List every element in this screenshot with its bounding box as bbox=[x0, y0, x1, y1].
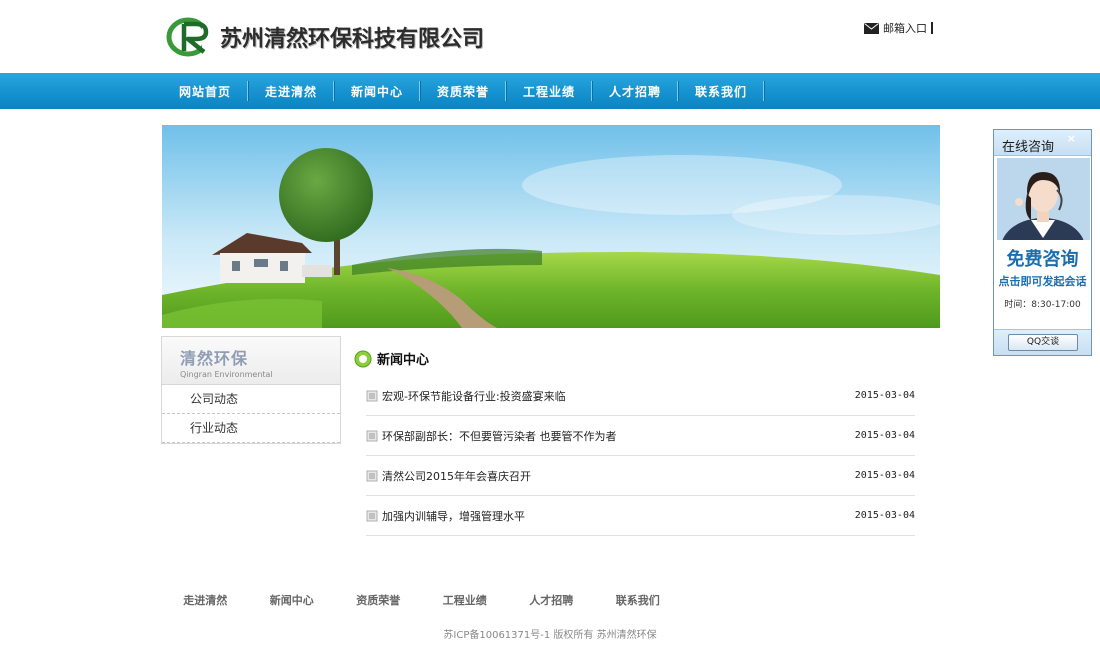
mail-separator bbox=[931, 22, 933, 34]
nav-item-about[interactable]: 走进清然 bbox=[248, 73, 334, 109]
nav-item-projects[interactable]: 工程业绩 bbox=[506, 73, 592, 109]
free-consult-text[interactable]: 免费咨询 bbox=[994, 245, 1091, 271]
sidebar-header: 清然环保 Qingran Environmental bbox=[162, 337, 340, 385]
news-item-date: 2015-03-04 bbox=[854, 510, 915, 521]
sidebar-title: 清然环保 bbox=[180, 349, 249, 368]
document-icon bbox=[366, 510, 378, 521]
page-title: 新闻中心 bbox=[377, 353, 430, 368]
consult-title: 在线咨询 bbox=[1002, 140, 1055, 155]
nav-item-careers[interactable]: 人才招聘 bbox=[592, 73, 678, 109]
site-logo[interactable]: 苏州清然环保科技有限公司 bbox=[166, 14, 486, 60]
news-item[interactable]: 环保部副部长：不但要管污染者 也要管不作为者 2015-03-04 bbox=[366, 416, 915, 456]
company-name: 苏州清然环保科技有限公司 bbox=[220, 27, 485, 52]
nav-item-honors[interactable]: 资质荣誉 bbox=[420, 73, 506, 109]
document-icon bbox=[366, 390, 378, 401]
footer-link-honors[interactable]: 资质荣誉 bbox=[335, 592, 422, 608]
document-icon bbox=[366, 470, 378, 481]
footer-nav: 走进清然 新闻中心 资质荣誉 工程业绩 人才招聘 联系我们 bbox=[162, 592, 681, 608]
close-icon[interactable]: × bbox=[1067, 132, 1076, 145]
news-item[interactable]: 宏观-环保节能设备行业:投资盛宴来临 2015-03-04 bbox=[366, 376, 915, 416]
start-chat-text[interactable]: 点击即可发起会话 bbox=[994, 273, 1091, 289]
footer-link-careers[interactable]: 人才招聘 bbox=[508, 592, 595, 608]
footer-link-news[interactable]: 新闻中心 bbox=[249, 592, 336, 608]
news-item[interactable]: 加强内训辅导，增强管理水平 2015-03-04 bbox=[366, 496, 915, 536]
site-header: 苏州清然环保科技有限公司 邮箱入口 bbox=[0, 0, 1100, 73]
sidebar: 清然环保 Qingran Environmental 公司动态 行业动态 bbox=[161, 336, 341, 444]
footer-link-about[interactable]: 走进清然 bbox=[162, 592, 249, 608]
news-item-title[interactable]: 加强内训辅导，增强管理水平 bbox=[382, 508, 525, 524]
footer-link-projects[interactable]: 工程业绩 bbox=[422, 592, 509, 608]
nav-item-contact[interactable]: 联系我们 bbox=[678, 73, 764, 109]
news-list: 宏观-环保节能设备行业:投资盛宴来临 2015-03-04 环保部副部长：不但要… bbox=[366, 376, 915, 536]
envelope-icon bbox=[864, 22, 879, 34]
nav-item-home[interactable]: 网站首页 bbox=[162, 73, 248, 109]
consult-header: 在线咨询 × bbox=[994, 130, 1091, 156]
logo-mark-icon bbox=[166, 17, 214, 57]
news-item-date: 2015-03-04 bbox=[854, 430, 915, 441]
main-nav: 网站首页 走进清然 新闻中心 资质荣誉 工程业绩 人才招聘 联系我们 bbox=[0, 73, 1100, 109]
copyright-text: 苏ICP备10061371号-1 版权所有 苏州清然环保 bbox=[443, 630, 657, 641]
sidebar-item-industry-news[interactable]: 行业动态 bbox=[162, 414, 340, 443]
document-icon bbox=[366, 430, 378, 441]
news-item-title[interactable]: 宏观-环保节能设备行业:投资盛宴来临 bbox=[382, 388, 566, 404]
footer-link-contact[interactable]: 联系我们 bbox=[595, 592, 682, 608]
sidebar-subtitle: Qingran Environmental bbox=[180, 370, 273, 379]
service-hours: 时间：8:30-17:00 bbox=[1004, 300, 1081, 310]
banner-landscape-image bbox=[162, 125, 940, 328]
main-nav-items: 网站首页 走进清然 新闻中心 资质荣誉 工程业绩 人才招聘 联系我们 bbox=[162, 73, 764, 109]
news-item[interactable]: 清然公司2015年年会喜庆召开 2015-03-04 bbox=[366, 456, 915, 496]
news-item-title[interactable]: 环保部副部长：不但要管污染者 也要管不作为者 bbox=[382, 428, 617, 444]
nav-item-news[interactable]: 新闻中心 bbox=[334, 73, 420, 109]
news-item-date: 2015-03-04 bbox=[854, 470, 915, 481]
news-section-heading: 新闻中心 bbox=[354, 349, 429, 368]
mail-entry-link[interactable]: 邮箱入口 bbox=[864, 20, 933, 36]
hero-banner bbox=[162, 125, 940, 328]
support-agent-avatar bbox=[997, 158, 1090, 240]
mail-entry-label: 邮箱入口 bbox=[883, 22, 927, 35]
news-item-title[interactable]: 清然公司2015年年会喜庆召开 bbox=[382, 468, 531, 484]
qq-chat-button[interactable]: QQ交谈 bbox=[1008, 334, 1078, 351]
online-consult-widget: 在线咨询 × 免费咨询 点击即可发起会话 时间：8:30-17:00 QQ交谈 bbox=[993, 129, 1092, 356]
sidebar-item-company-news[interactable]: 公司动态 bbox=[162, 385, 340, 414]
news-item-date: 2015-03-04 bbox=[854, 390, 915, 401]
green-bullet-icon bbox=[354, 350, 372, 367]
consult-footer: QQ交谈 bbox=[994, 329, 1091, 355]
